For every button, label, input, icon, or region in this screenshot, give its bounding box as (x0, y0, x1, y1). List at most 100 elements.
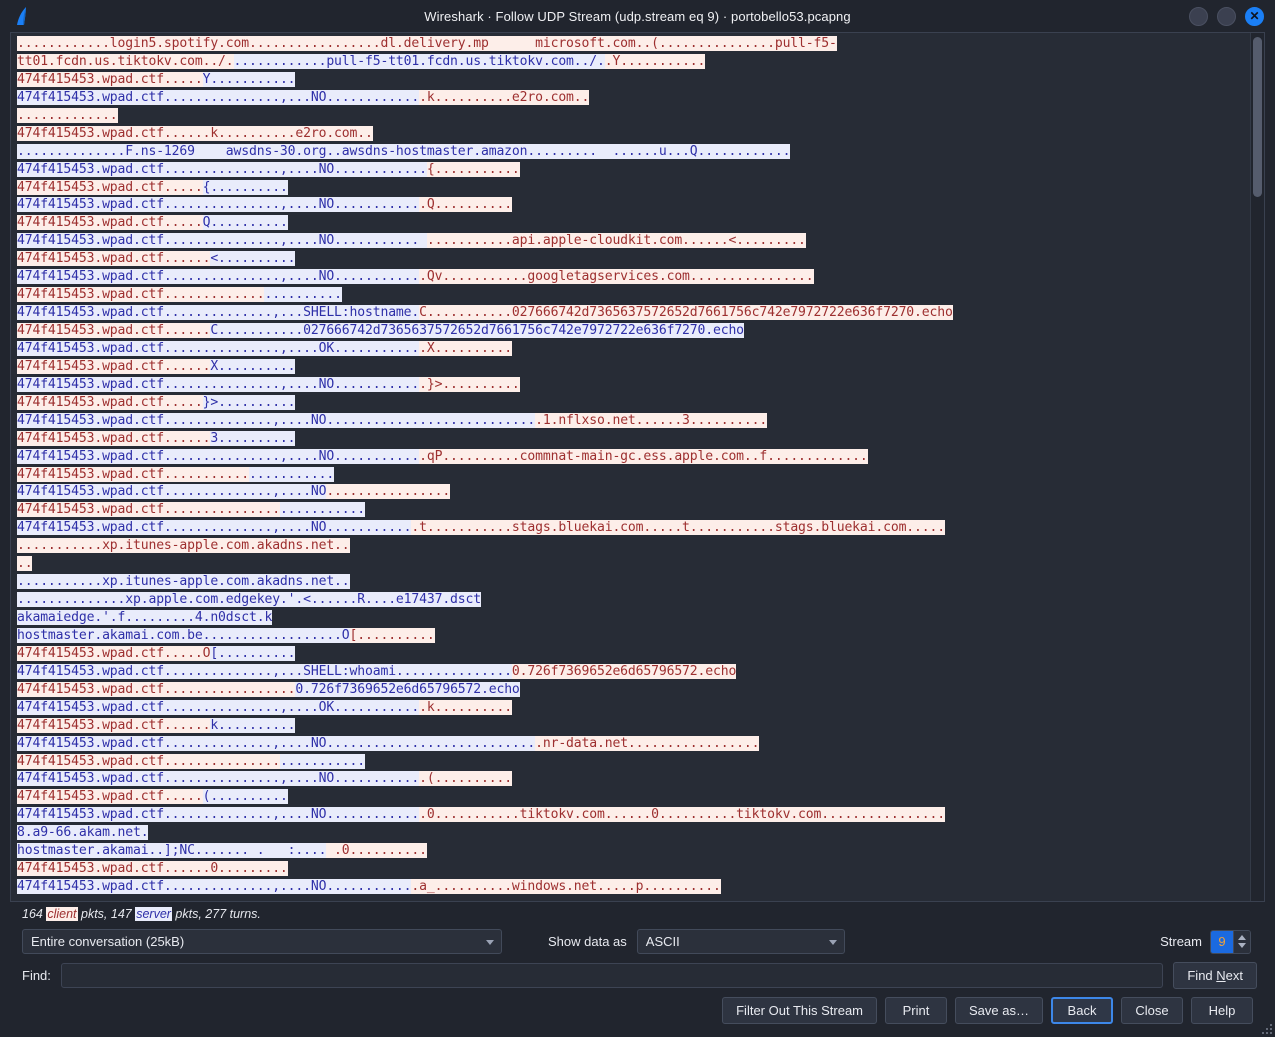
stepper-down-icon[interactable] (1238, 943, 1246, 948)
stream-line: 474f415453.wpad.ctf.....................… (17, 753, 1246, 771)
server-data-segment: <.......... (210, 251, 296, 267)
filter-out-this-stream-button[interactable]: Filter Out This Stream (722, 997, 878, 1024)
client-data-segment: 474f415453.wpad.ctf..... (17, 394, 203, 410)
stream-line: 474f415453.wpad.ctf......X.......... (17, 358, 1246, 376)
client-data-segment: .0.......... (326, 843, 427, 859)
vertical-scrollbar[interactable] (1250, 33, 1264, 901)
server-data-segment: ........... (279, 502, 366, 518)
client-data-segment: .t...........stags.bluekai.com.....t....… (411, 520, 945, 536)
client-suffix: pkts, (77, 907, 111, 921)
server-data-segment: 8.a9-66.akam.net. (17, 825, 149, 841)
client-data-segment: .(.......... (419, 771, 512, 787)
server-data-segment: 474f415453.wpad.ctf..............,...SHE… (17, 305, 420, 321)
client-data-segment: 0.726f7369652e6d65796572.echo (511, 663, 737, 679)
maximize-button[interactable] (1217, 6, 1236, 26)
client-keyword: client (46, 907, 78, 921)
close-dialog-button[interactable]: Close (1121, 997, 1183, 1024)
client-data-segment: 474f415453.wpad.ctf......0......... (17, 861, 288, 877)
stream-content-pane[interactable]: ............login5.spotify.com..........… (10, 32, 1265, 902)
stepper-up-icon[interactable] (1238, 935, 1246, 940)
server-data-segment: ..............F.ns-1269 awsdns-30.org..a… (17, 143, 791, 159)
client-data-segment: .Y........... (604, 53, 706, 69)
stream-line: 474f415453.wpad.ctf..............,....NO… (17, 412, 1246, 430)
client-data-segment: 474f415453.wpad.ctf...... (17, 251, 211, 267)
help-button[interactable]: Help (1191, 997, 1253, 1024)
save-as-button[interactable]: Save as… (955, 997, 1043, 1024)
client-data-segment: .0...........tiktokv.com......0.........… (419, 807, 945, 823)
find-row: Find: Find Next (10, 958, 1265, 993)
stream-label: Stream (1160, 934, 1202, 949)
client-data-segment: 474f415453.wpad.ctf...... (17, 358, 211, 374)
server-data-segment: 474f415453.wpad.ctf..............,...SHE… (17, 663, 512, 679)
stream-line: akamaiedge.'.f.........4.n0dsct.k (17, 609, 1246, 627)
server-data-segment: ..............xp.apple.com.edgekey.'.<..… (17, 592, 481, 608)
dialog-button-row: Filter Out This Stream Print Save as… Ba… (10, 993, 1265, 1024)
stream-line: 474f415453.wpad.ctf.....................… (17, 501, 1246, 519)
client-data-segment: .Qv...........googletagservices.com.....… (419, 269, 814, 285)
scrollbar-thumb[interactable] (1253, 37, 1262, 197)
stream-line: 474f415453.wpad.ctf...............,....N… (17, 161, 1246, 179)
client-data-segment: 474f415453.wpad.ctf...... (17, 717, 211, 733)
stream-number-value[interactable]: 9 (1211, 930, 1233, 953)
stream-line: 474f415453.wpad.ctf..............,....NO… (17, 735, 1246, 753)
server-data-segment: (.......... (202, 789, 288, 805)
stream-line: 474f415453.wpad.ctf...............,....N… (17, 770, 1246, 788)
chevron-down-icon (486, 939, 494, 945)
stream-line: 474f415453.wpad.ctf......3.......... (17, 430, 1246, 448)
conversation-select[interactable]: Entire conversation (25kB) (22, 929, 502, 954)
find-next-label-post: ext (1225, 968, 1243, 983)
client-data-segment: 474f415453.wpad.ctf............... (17, 753, 280, 769)
stream-line: 474f415453.wpad.ctf...............,....N… (17, 448, 1246, 466)
wireshark-fin-logo-icon (12, 5, 34, 27)
client-data-segment: .X.......... (419, 340, 512, 356)
server-data-segment: 474f415453.wpad.ctf..............,....NO… (17, 735, 536, 751)
minimize-button[interactable] (1189, 6, 1208, 26)
stream-line: 474f415453.wpad.ctf..............,....NO… (17, 806, 1246, 824)
close-icon: ✕ (1249, 9, 1260, 23)
conversation-select-value: Entire conversation (25kB) (31, 934, 185, 949)
close-button[interactable]: ✕ (1245, 6, 1264, 26)
stream-line: ............. (17, 107, 1246, 125)
stepper-buttons[interactable] (1233, 930, 1250, 953)
server-data-segment: 474f415453.wpad.ctf..............,....NO… (17, 879, 412, 895)
server-data-segment: C...........027666742d7365637572652d7661… (210, 323, 744, 338)
server-data-segment: {.......... (202, 179, 288, 195)
client-data-segment: 474f415453.wpad.ctf......k..........e2ro… (17, 125, 373, 141)
find-input[interactable] (60, 963, 1164, 988)
server-suffix: pkts, 277 turns. (171, 907, 261, 921)
stream-line: 474f415453.wpad.ctf.....................… (17, 466, 1246, 484)
find-next-button[interactable]: Find Next (1173, 962, 1257, 989)
server-data-segment: 474f415453.wpad.ctf...............,....N… (17, 197, 420, 213)
server-data-segment: 0.726f7369652e6d65796572.echo (295, 681, 520, 697)
client-data-segment: C...........027666742d7365637572652d7661… (419, 305, 953, 321)
stream-line: ..............F.ns-1269 awsdns-30.org..a… (17, 143, 1246, 161)
client-data-segment: .a_..........windows.net.....p.......... (411, 879, 721, 895)
client-data-segment: .k.......... (419, 699, 512, 715)
title-bar: Wireshark · Follow UDP Stream (udp.strea… (0, 0, 1275, 32)
server-data-segment: X.......... (210, 358, 296, 374)
stream-line: 474f415453.wpad.ctf..............,....NO… (17, 519, 1246, 537)
stream-line: ............login5.spotify.com..........… (17, 35, 1246, 53)
stream-line: ...........xp.itunes-apple.com.akadns.ne… (17, 573, 1246, 591)
server-data-segment: k.......... (210, 717, 296, 733)
print-button[interactable]: Print (885, 997, 948, 1024)
stream-line: 474f415453.wpad.ctf...............,....N… (17, 376, 1246, 394)
client-data-segment: [.......... (349, 627, 435, 643)
server-data-segment: akamaiedge.'.f.........4.n0dsct.k (17, 610, 273, 625)
server-data-segment: ........... (249, 466, 335, 482)
back-button[interactable]: Back (1051, 997, 1113, 1024)
chevron-down-icon (828, 939, 837, 945)
client-data-segment: 474f415453.wpad.ctf..... (17, 179, 203, 195)
stream-line: 474f415453.wpad.ctf.................0.72… (17, 681, 1246, 699)
stream-line: 474f415453.wpad.ctf..............,....NO… (17, 483, 1246, 501)
stream-line: 474f415453.wpad.ctf...............,....N… (17, 268, 1246, 286)
client-data-segment: .. (17, 556, 33, 572)
client-data-segment: ...........xp.itunes-apple.com.akadns.ne… (17, 538, 350, 554)
stream-line: 474f415453.wpad.ctf.....(.......... (17, 788, 1246, 806)
server-data-segment: }>.......... (202, 394, 296, 410)
resize-grip[interactable] (1260, 1022, 1272, 1034)
show-data-as-select[interactable]: ASCII (636, 929, 845, 954)
client-data-segment: 474f415453.wpad.ctf........... (17, 466, 249, 482)
stream-number-stepper[interactable]: 9 (1210, 929, 1251, 954)
stream-text: ............login5.spotify.com..........… (17, 35, 1246, 896)
